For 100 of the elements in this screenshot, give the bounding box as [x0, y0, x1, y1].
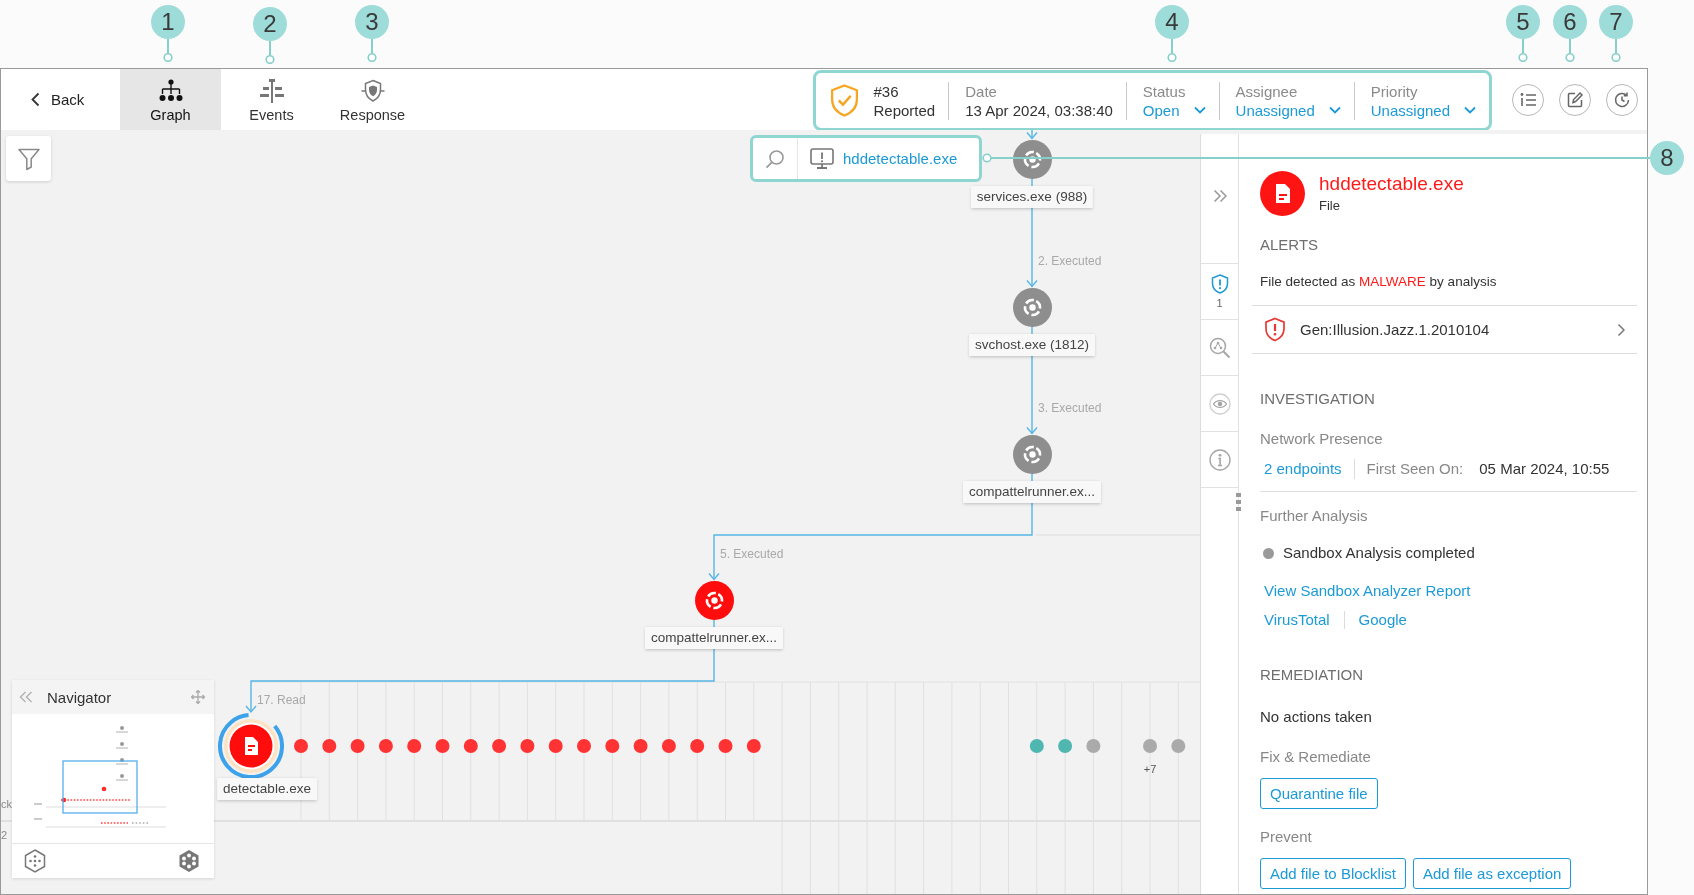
- dropdown-button[interactable]: Unassigned: [1235, 100, 1341, 120]
- dropdown-button[interactable]: Open: [1142, 100, 1206, 120]
- callout-badge: 5: [1506, 5, 1540, 39]
- leader-line: [1518, 39, 1528, 62]
- cut-label: 2: [1, 828, 8, 842]
- callout-badge: 7: [1599, 5, 1633, 39]
- collapse-button[interactable]: [1212, 188, 1227, 203]
- zoom-icon: [1208, 336, 1231, 359]
- event-dot[interactable]: [746, 739, 761, 753]
- history-button[interactable]: [1606, 83, 1638, 116]
- chevron-down-icon: [1464, 106, 1476, 114]
- panel-tab[interactable]: 1: [1201, 264, 1238, 320]
- edge-label: 3. Executed: [1038, 401, 1102, 415]
- action-button[interactable]: Add file to Blocklist: [1260, 858, 1406, 889]
- list-button[interactable]: [1512, 83, 1544, 116]
- event-dot[interactable]: [294, 739, 308, 753]
- cut-label: ck: [1, 797, 12, 811]
- field-label: Fix & Remediate: [1260, 747, 1371, 767]
- event-dot[interactable]: [407, 739, 422, 753]
- dropdown-button[interactable]: Unassigned: [1370, 100, 1476, 120]
- search-icon[interactable]: [765, 148, 785, 169]
- chevron-left-icon: [31, 92, 40, 107]
- node-label: compattelrunner.ex...: [644, 627, 784, 649]
- view-tab[interactable]: Response: [322, 69, 423, 130]
- event-dot[interactable]: [1029, 739, 1044, 753]
- event-dot[interactable]: [1058, 739, 1073, 753]
- process-node-icon[interactable]: [1012, 287, 1052, 327]
- edge-label: 17. Read: [257, 693, 306, 707]
- action-button[interactable]: Add file as exception: [1412, 858, 1572, 889]
- move-icon[interactable]: [191, 690, 205, 704]
- callout-badge: 1: [151, 5, 185, 39]
- field-value: 13 Apr 2024, 03:38:40: [965, 100, 1113, 120]
- process-node-icon[interactable]: [1012, 434, 1052, 474]
- lookup-link[interactable]: VirusTotal: [1264, 610, 1330, 630]
- report-link[interactable]: View Sandbox Analyzer Report: [1260, 581, 1471, 601]
- event-dot[interactable]: [1143, 739, 1157, 753]
- event-dot[interactable]: [463, 739, 478, 753]
- chevron-right-icon[interactable]: [1617, 322, 1625, 337]
- event-dot[interactable]: [633, 739, 648, 753]
- event-dot[interactable]: [548, 739, 563, 753]
- double-chevron-right-icon: [1212, 188, 1227, 203]
- filter-button[interactable]: [6, 136, 51, 181]
- file-link[interactable]: hddetectable.exe: [843, 150, 958, 167]
- field-label: Status: [1142, 81, 1187, 101]
- event-dot[interactable]: [718, 739, 733, 753]
- event-dot[interactable]: [690, 739, 705, 753]
- event-dot[interactable]: [435, 739, 450, 753]
- alert-name[interactable]: Gen:Illusion.Jazz.1.2010104: [1300, 321, 1490, 338]
- history-icon: [1613, 90, 1631, 109]
- view-tab[interactable]: Graph: [120, 69, 221, 130]
- view-tab[interactable]: Events: [221, 69, 322, 130]
- section-heading: ALERTS: [1260, 235, 1319, 255]
- hexagon-dots-icon[interactable]: [24, 849, 46, 873]
- analysis-status: Sandbox Analysis completed: [1283, 543, 1475, 563]
- event-dot[interactable]: [322, 739, 337, 753]
- event-dot[interactable]: [378, 739, 393, 753]
- event-dot[interactable]: [492, 739, 507, 753]
- hierarchy-icon: [158, 79, 183, 103]
- shield-alert-icon: [1210, 274, 1229, 294]
- field-label: Prevent: [1260, 827, 1312, 847]
- event-dot[interactable]: [605, 739, 620, 753]
- section-heading: INVESTIGATION: [1260, 389, 1375, 409]
- list-icon: [1519, 90, 1537, 109]
- edit-icon: [1566, 90, 1584, 109]
- shield-check-icon: [829, 84, 859, 117]
- status-dot-icon: [1263, 547, 1274, 559]
- node-label: compattelrunner.ex...: [962, 481, 1102, 503]
- timeline-icon: [259, 79, 284, 103]
- drag-handle-icon[interactable]: [1236, 493, 1241, 511]
- leader-line: [1611, 39, 1621, 62]
- action-button[interactable]: Quarantine file: [1260, 778, 1378, 809]
- leader-line: [1167, 39, 1177, 62]
- field-value: 05 Mar 2024, 10:55: [1479, 459, 1610, 479]
- edge-label: 5. Executed: [720, 547, 784, 561]
- leader-line: [367, 39, 377, 62]
- lookup-link[interactable]: Google: [1358, 610, 1407, 630]
- event-dot[interactable]: [1171, 739, 1186, 753]
- overflow-count: +7: [1143, 763, 1157, 775]
- field-label: First Seen On:: [1366, 459, 1464, 479]
- leader-line: [163, 39, 173, 62]
- endpoints-link[interactable]: 2 endpoints: [1260, 459, 1342, 479]
- event-dot[interactable]: [350, 739, 365, 753]
- edit-button[interactable]: [1559, 83, 1591, 116]
- double-chevron-left-icon[interactable]: [19, 691, 33, 703]
- hexagon-nodes-icon[interactable]: [178, 849, 200, 873]
- process-node-icon[interactable]: [1012, 139, 1052, 179]
- file-node-icon[interactable]: [218, 713, 284, 779]
- chevron-down-icon: [1193, 106, 1206, 114]
- remediation-status: No actions taken: [1260, 707, 1372, 727]
- event-dot[interactable]: [577, 739, 591, 753]
- process-node-icon[interactable]: [694, 580, 734, 620]
- field-label: Priority: [1370, 81, 1419, 101]
- event-dot[interactable]: [1086, 739, 1101, 753]
- callout-badge: 3: [355, 5, 389, 39]
- leader-line: [1565, 39, 1575, 62]
- event-dot[interactable]: [520, 739, 535, 753]
- back-button[interactable]: Back: [1, 69, 120, 130]
- section-heading: REMEDIATION: [1260, 665, 1364, 685]
- event-dot[interactable]: [661, 739, 676, 753]
- incident-number: #36: [873, 81, 900, 101]
